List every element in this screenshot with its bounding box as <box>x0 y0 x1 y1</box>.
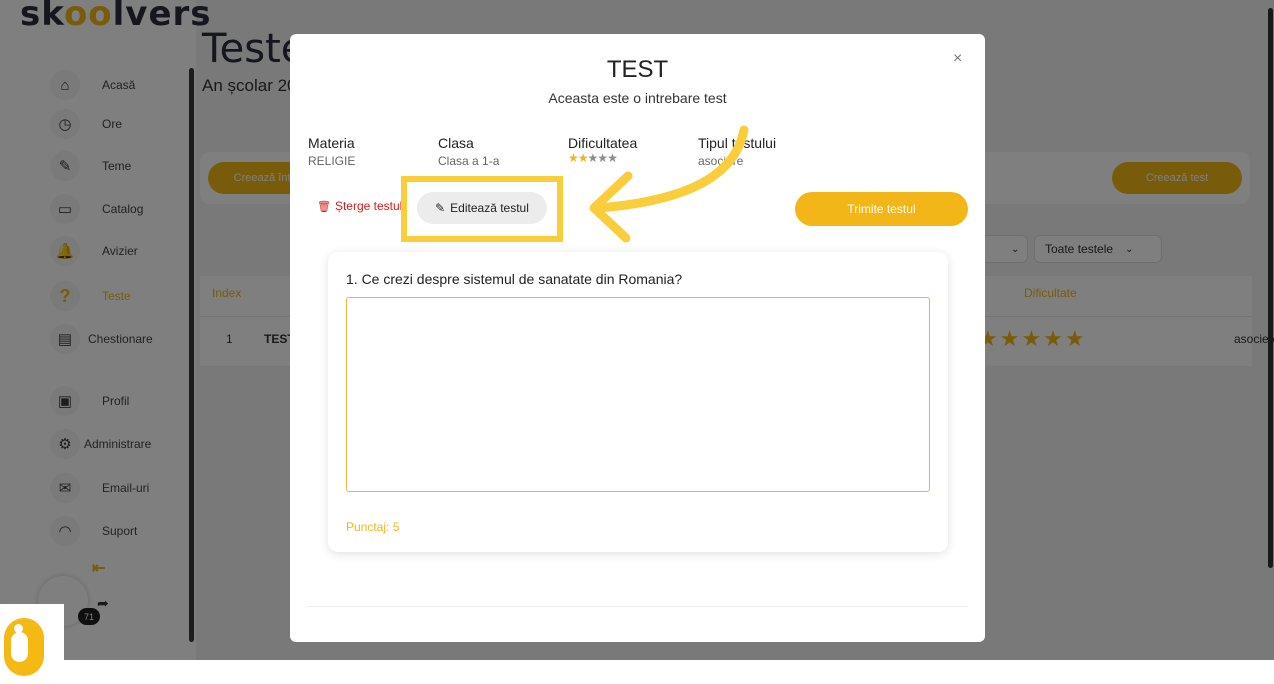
tutorial-arrow-icon <box>589 125 749 243</box>
app-background: skoolvers ⌂ Acasă ◷ Ore ✎ Teme ▭ Catalog <box>0 0 1274 660</box>
brand-logo <box>0 604 64 684</box>
screen: skoolvers ⌂ Acasă ◷ Ore ✎ Teme ▭ Catalog <box>0 0 1274 684</box>
